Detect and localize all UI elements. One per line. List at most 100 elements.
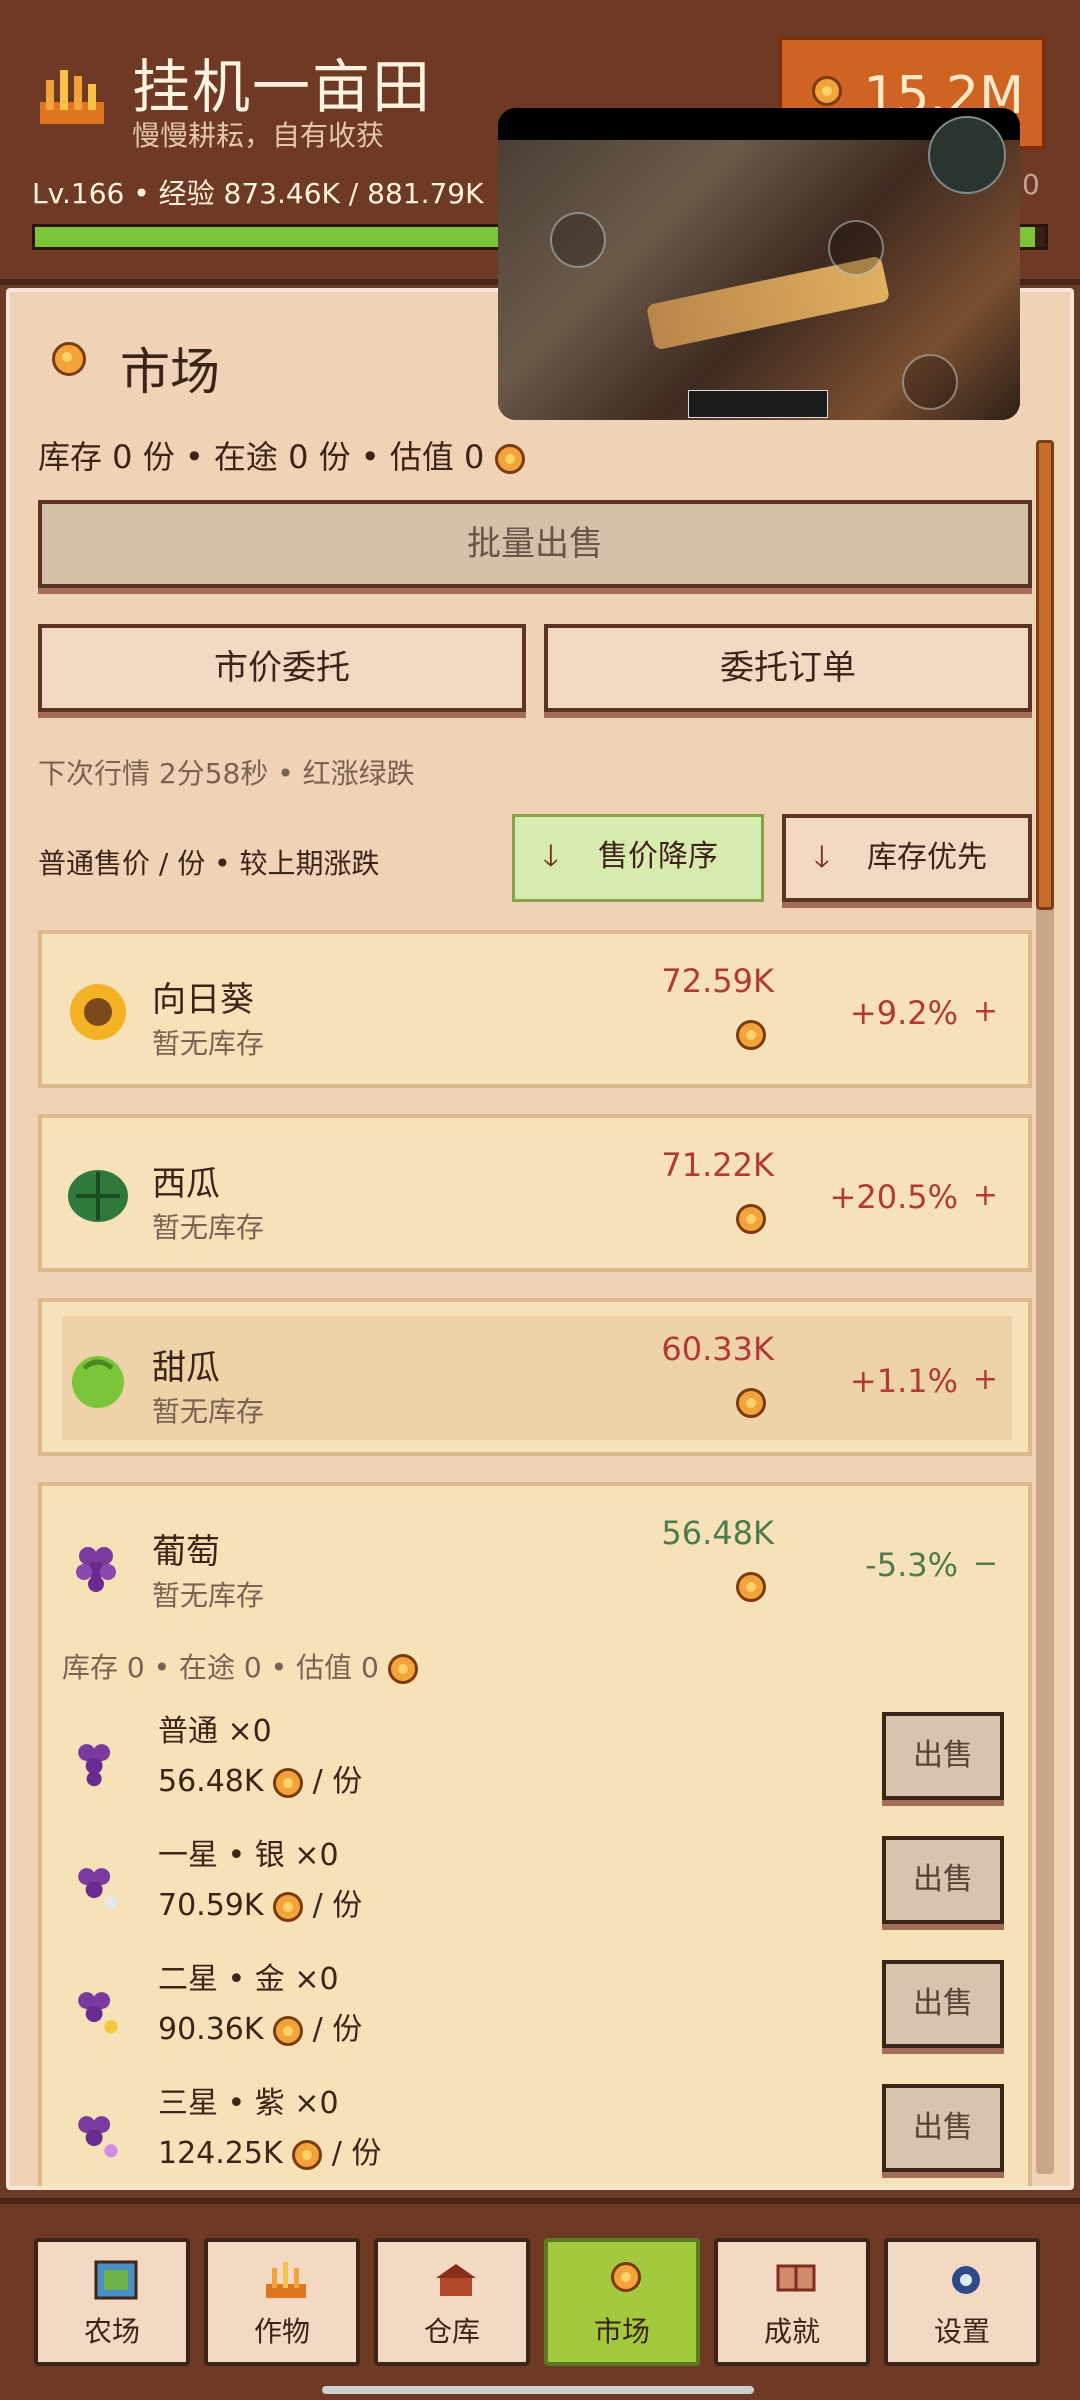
item-price: 56.48K bbox=[661, 1514, 774, 1552]
price-note: 普通售价 / 份 • 较上期涨跌 bbox=[38, 847, 380, 880]
quality-price-unit: / 份 bbox=[331, 2136, 382, 2171]
market-panel: 市场 库存 0 份 • 在途 0 份 • 估值 0 批量出售 市价委托 委托订单… bbox=[6, 288, 1074, 2190]
home-indicator[interactable] bbox=[322, 2386, 754, 2394]
bottom-navigation: 农场 作物 仓库 市场 成就 设置 bbox=[0, 2198, 1080, 2400]
item-price: 60.33K bbox=[661, 1330, 774, 1368]
market-item-melon[interactable]: 甜瓜 暂无库存 60.33K +1.1% + bbox=[38, 1298, 1032, 1456]
watermelon-icon bbox=[68, 1170, 128, 1222]
market-item-sunflower[interactable]: 向日葵 暂无库存 72.59K +9.2% + bbox=[38, 930, 1032, 1088]
quality-price: 124.25K / 份 bbox=[158, 2128, 381, 2172]
coin-icon bbox=[736, 1388, 766, 1418]
wheat-logo-icon bbox=[40, 70, 104, 124]
item-name: 西瓜 bbox=[152, 1164, 220, 1204]
quality-label: 一星 • 银 ×0 bbox=[158, 1838, 339, 1873]
nav-label: 作物 bbox=[253, 2315, 310, 2348]
pip-hud-button bbox=[828, 220, 884, 276]
quality-price: 70.59K / 份 bbox=[158, 1880, 362, 1924]
item-name: 向日葵 bbox=[152, 980, 254, 1020]
grape-icon bbox=[76, 1547, 116, 1592]
melon-icon bbox=[72, 1356, 124, 1408]
item-name: 甜瓜 bbox=[152, 1348, 220, 1388]
item-stock: 暂无库存 bbox=[152, 1395, 265, 1428]
market-scrollbar[interactable] bbox=[1036, 440, 1054, 2174]
market-scrollbar-thumb[interactable] bbox=[1036, 440, 1054, 910]
quality-price-value: 70.59K bbox=[158, 1888, 264, 1923]
quality-row: 三星 • 紫 ×0 124.25K / 份 出售 bbox=[42, 2078, 1028, 2186]
quality-price: 90.36K / 份 bbox=[158, 2004, 362, 2048]
coin-icon bbox=[273, 2015, 304, 2046]
market-summary-text: 库存 0 份 • 在途 0 份 • 估值 0 bbox=[38, 438, 485, 476]
market-order-button[interactable]: 市价委托 bbox=[38, 624, 526, 712]
app-title: 挂机一亩田 bbox=[132, 53, 433, 121]
bulk-sell-button[interactable]: 批量出售 bbox=[38, 500, 1032, 588]
coin-icon bbox=[292, 2139, 323, 2170]
item-change: +9.2% bbox=[849, 994, 958, 1032]
coin-icon bbox=[736, 1572, 766, 1602]
quality-price-unit: / 份 bbox=[312, 1764, 363, 1799]
quality-label: 三星 • 紫 ×0 bbox=[158, 2086, 339, 2121]
order-list-label: 委托订单 bbox=[720, 648, 856, 688]
order-list-button[interactable]: 委托订单 bbox=[544, 624, 1032, 712]
market-item-grape[interactable]: 葡萄 暂无库存 56.48K -5.3% − 库存 0 • 在途 0 • 估值 … bbox=[38, 1482, 1032, 2186]
grape-summary-text: 库存 0 • 在途 0 • 估值 0 bbox=[62, 1651, 379, 1684]
nav-label: 成就 bbox=[763, 2315, 820, 2348]
nav-label: 农场 bbox=[83, 2315, 140, 2348]
item-change-sign: + bbox=[972, 1362, 998, 1397]
farm-icon bbox=[94, 2260, 138, 2300]
nav-warehouse[interactable]: 仓库 bbox=[374, 2238, 530, 2366]
quality-label: 普通 ×0 bbox=[158, 1714, 272, 1749]
nav-crops[interactable]: 作物 bbox=[204, 2238, 360, 2366]
coin-icon bbox=[494, 444, 525, 474]
quality-price-value: 124.25K bbox=[158, 2136, 283, 2171]
settings-icon bbox=[952, 2266, 980, 2294]
nav-achievements[interactable]: 成就 bbox=[714, 2238, 870, 2366]
nav-farm[interactable]: 农场 bbox=[34, 2238, 190, 2366]
coin-icon bbox=[273, 1891, 304, 1922]
app-subtitle: 慢慢耕耘，自有收获 bbox=[132, 119, 385, 152]
market-item-watermelon[interactable]: 西瓜 暂无库存 71.22K +20.5% + bbox=[38, 1114, 1032, 1272]
quality-row: 二星 • 金 ×0 90.36K / 份 出售 bbox=[42, 1954, 1028, 2078]
achievement-icon bbox=[776, 2264, 816, 2292]
sell-button[interactable]: 出售 bbox=[882, 2084, 1004, 2172]
grape-silver-icon bbox=[78, 1868, 118, 1910]
sell-label: 出售 bbox=[913, 1738, 973, 1773]
sell-label: 出售 bbox=[913, 1986, 973, 2021]
item-change-sign: − bbox=[972, 1546, 998, 1581]
grape-quality-icon bbox=[78, 1744, 111, 1787]
quality-label: 二星 • 金 ×0 bbox=[158, 1962, 339, 1997]
sort-price-button[interactable]: 🡓 售价降序 bbox=[512, 814, 764, 902]
item-name: 葡萄 bbox=[152, 1532, 220, 1572]
nav-label: 仓库 bbox=[423, 2315, 480, 2348]
quality-price-unit: / 份 bbox=[312, 2012, 363, 2047]
grape-purple-icon bbox=[78, 2116, 118, 2158]
pip-video-overlay[interactable] bbox=[498, 108, 1020, 420]
header-edge-text: 0 bbox=[1022, 168, 1040, 201]
grape-summary: 库存 0 • 在途 0 • 估值 0 bbox=[62, 1646, 418, 1686]
item-stock: 暂无库存 bbox=[152, 1211, 265, 1244]
sort-stock-button[interactable]: 🡓 库存优先 bbox=[782, 814, 1032, 902]
market-icon bbox=[608, 2262, 644, 2298]
bulk-sell-label: 批量出售 bbox=[467, 524, 603, 564]
nav-settings[interactable]: 设置 bbox=[884, 2238, 1040, 2366]
quality-price: 56.48K / 份 bbox=[158, 1756, 362, 1800]
nav-label: 市场 bbox=[593, 2315, 650, 2348]
sell-button[interactable]: 出售 bbox=[882, 1836, 1004, 1924]
next-quote-note: 下次行情 2分58秒 • 红涨绿跌 bbox=[38, 757, 415, 790]
nav-market[interactable]: 市场 bbox=[544, 2238, 700, 2366]
item-stock: 暂无库存 bbox=[152, 1579, 265, 1612]
sell-button[interactable]: 出售 bbox=[882, 1712, 1004, 1800]
warehouse-icon bbox=[436, 2264, 476, 2296]
quality-price-value: 56.48K bbox=[158, 1764, 264, 1799]
coin-icon bbox=[736, 1020, 766, 1050]
level-experience: Lv.166 • 经验 873.46K / 881.79K bbox=[32, 177, 484, 210]
market-summary: 库存 0 份 • 在途 0 份 • 估值 0 bbox=[38, 432, 525, 478]
sell-button[interactable]: 出售 bbox=[882, 1960, 1004, 2048]
coin-icon bbox=[387, 1654, 418, 1684]
quality-price-unit: / 份 bbox=[312, 1888, 363, 1923]
item-change: -5.3% bbox=[865, 1546, 958, 1584]
sort-stock-label: 库存优先 bbox=[867, 840, 987, 875]
item-price: 72.59K bbox=[661, 962, 774, 1000]
coin-icon bbox=[611, 2262, 641, 2292]
grape-gold-icon bbox=[78, 1992, 118, 2034]
sunflower-icon bbox=[70, 984, 126, 1040]
